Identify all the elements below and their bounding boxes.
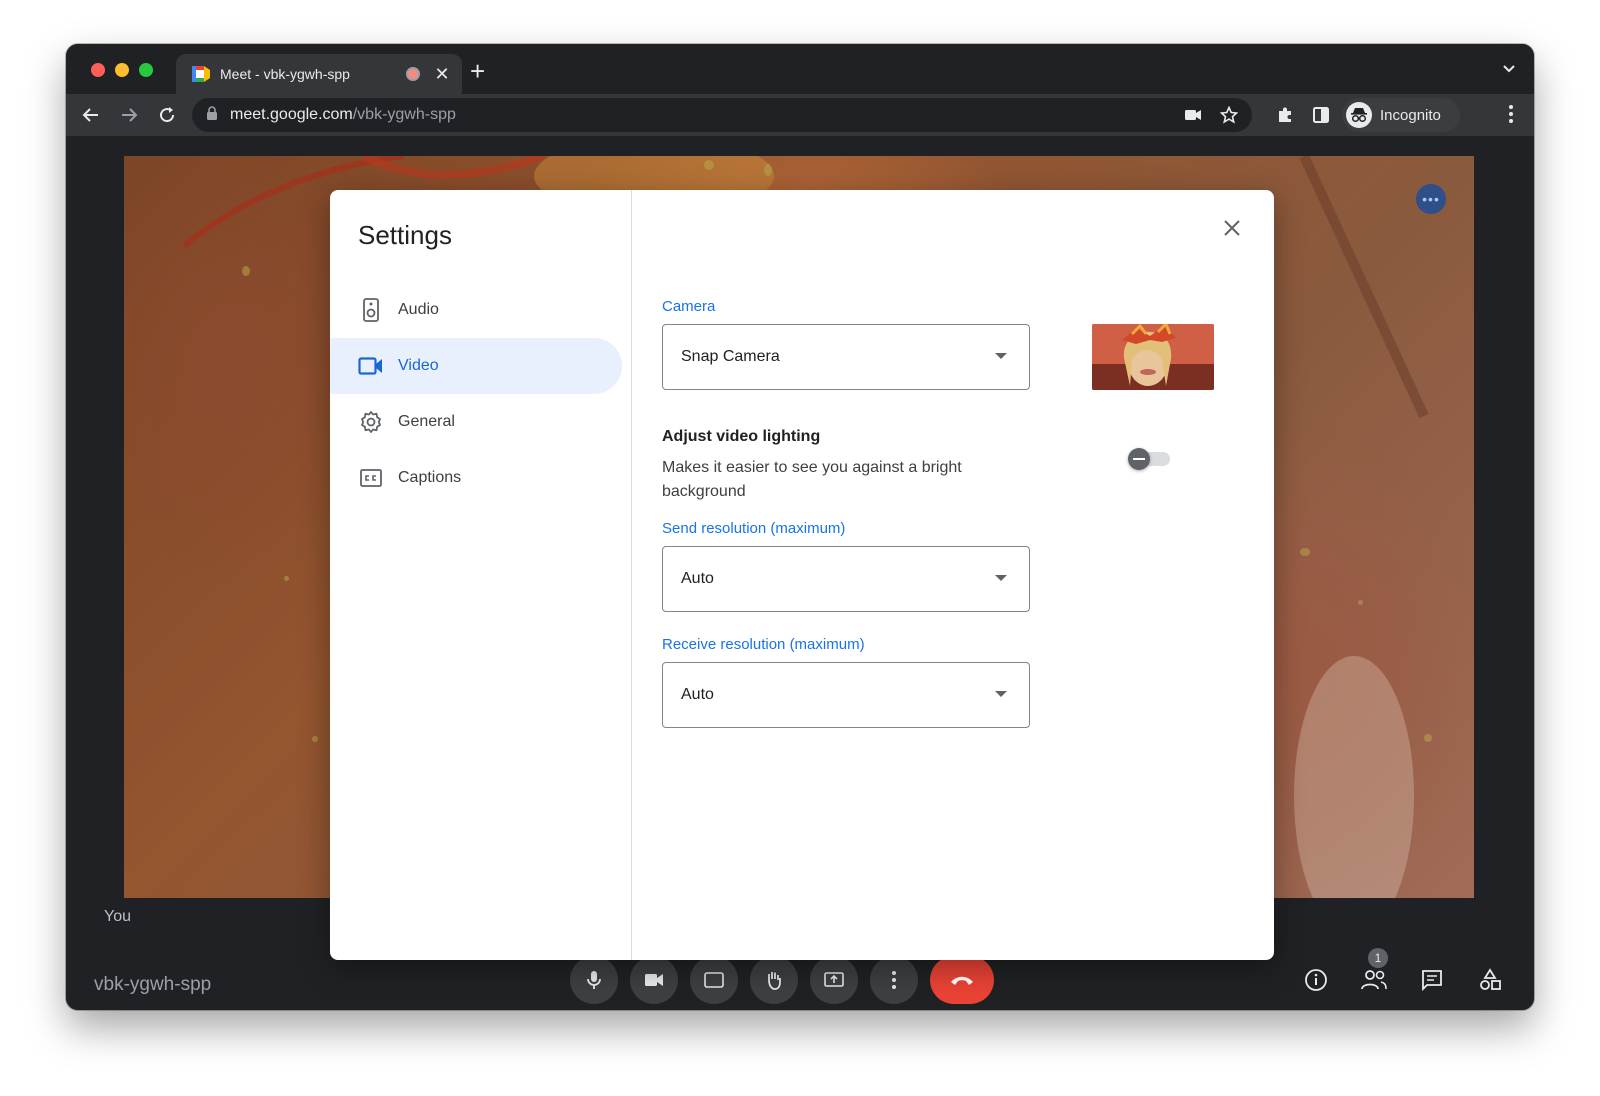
settings-nav-captions[interactable]: Captions [330, 450, 622, 506]
activities-button[interactable] [1476, 966, 1504, 994]
url-text: meet.google.com/vbk-ygwh-spp [230, 106, 456, 123]
camera-in-use-icon[interactable] [1184, 108, 1202, 127]
camera-select[interactable]: Snap Camera [662, 324, 1030, 390]
browser-menu-icon[interactable] [1508, 104, 1514, 129]
google-meet-icon [192, 66, 210, 82]
receive-resolution-select[interactable]: Auto [662, 662, 1030, 728]
send-resolution-value: Auto [681, 570, 714, 587]
call-controls [570, 956, 994, 1004]
video-settings-panel: Camera Snap Camera Adjust video lighting… [632, 190, 1274, 960]
bookmark-star-icon[interactable] [1219, 105, 1239, 129]
gear-icon [358, 409, 384, 435]
reload-icon[interactable] [154, 102, 180, 128]
meeting-details-button[interactable] [1302, 966, 1330, 994]
chat-button[interactable] [1418, 966, 1446, 994]
camera-button[interactable] [630, 956, 678, 1004]
tab-meet[interactable]: Meet - vbk-ygwh-spp ✕ [176, 54, 462, 94]
hang-up-icon [951, 976, 973, 985]
zoom-window-button[interactable] [139, 63, 153, 77]
raise-hand-button[interactable] [750, 956, 798, 1004]
forward-arrow-icon[interactable] [116, 102, 142, 128]
people-button[interactable]: 1 [1360, 948, 1388, 994]
incognito-icon [1346, 102, 1372, 128]
receive-resolution-label: Receive resolution (maximum) [662, 636, 865, 653]
lock-icon[interactable] [206, 105, 218, 125]
settings-sidebar: Settings Audio Video General Captions [330, 190, 632, 960]
microphone-button[interactable] [570, 956, 618, 1004]
dropdown-arrow-icon [995, 691, 1007, 697]
more-options-bubble[interactable]: ••• [1416, 184, 1446, 214]
adjust-lighting-description: Makes it easier to see you against a bri… [662, 459, 962, 500]
people-icon [1361, 970, 1387, 990]
closed-captions-icon [704, 972, 724, 988]
settings-nav-label: Captions [398, 469, 462, 486]
adjust-lighting-title: Adjust video lighting [662, 428, 821, 445]
settings-nav-label: Video [398, 357, 439, 374]
present-screen-button[interactable] [810, 956, 858, 1004]
dropdown-arrow-icon [995, 575, 1007, 581]
captions-button[interactable] [690, 956, 738, 1004]
send-resolution-label: Send resolution (maximum) [662, 520, 846, 537]
profile-label: Incognito [1380, 106, 1441, 124]
more-vert-icon [892, 971, 896, 989]
close-window-button[interactable] [91, 63, 105, 77]
address-bar[interactable]: meet.google.com/vbk-ygwh-spp [192, 98, 1252, 132]
close-dialog-button[interactable] [1218, 214, 1246, 242]
settings-dialog: Settings Audio Video General Captions Ca… [330, 190, 1274, 960]
camera-label: Camera [662, 298, 716, 315]
extensions-puzzle-icon[interactable] [1272, 102, 1298, 128]
adjust-lighting-toggle[interactable] [1128, 448, 1170, 470]
side-panel-icon[interactable] [1308, 102, 1334, 128]
minimize-window-button[interactable] [115, 63, 129, 77]
microphone-icon [587, 971, 601, 989]
participants-count-badge: 1 [1368, 948, 1388, 968]
info-icon [1305, 969, 1327, 991]
tab-search-chevron-icon[interactable] [1502, 62, 1516, 81]
recording-indicator-icon [406, 67, 420, 81]
meeting-side-controls: 1 [1302, 948, 1504, 994]
speaker-icon [358, 297, 384, 323]
meeting-code: vbk-ygwh-spp [94, 974, 212, 995]
present-icon [824, 972, 844, 987]
settings-nav-audio[interactable]: Audio [330, 282, 622, 338]
back-arrow-icon[interactable] [78, 102, 104, 128]
settings-nav-general[interactable]: General [330, 394, 622, 450]
profile-button[interactable]: Incognito [1342, 98, 1460, 132]
tab-title: Meet - vbk-ygwh-spp [220, 66, 350, 82]
settings-nav-label: General [398, 413, 455, 430]
new-tab-button[interactable]: + [470, 58, 485, 84]
self-tile-label: You [104, 908, 131, 925]
tab-strip: Meet - vbk-ygwh-spp ✕ + [66, 44, 1534, 94]
closed-captions-icon [358, 465, 384, 491]
camera-select-value: Snap Camera [681, 348, 780, 365]
tab-close-icon[interactable]: ✕ [434, 65, 450, 83]
send-resolution-select[interactable]: Auto [662, 546, 1030, 612]
dialog-title: Settings [358, 220, 452, 250]
hand-icon [768, 972, 781, 990]
camera-preview [1092, 324, 1214, 390]
settings-nav-video[interactable]: Video [330, 338, 622, 394]
settings-nav-label: Audio [398, 301, 439, 318]
chat-icon [1422, 970, 1442, 992]
activities-shapes-icon [1480, 968, 1501, 990]
dropdown-arrow-icon [995, 353, 1007, 359]
video-camera-icon [645, 974, 663, 986]
toggle-off-icon [1128, 448, 1150, 470]
video-camera-icon [358, 353, 384, 379]
receive-resolution-value: Auto [681, 686, 714, 703]
more-actions-button[interactable] [870, 956, 918, 1004]
leave-call-button[interactable] [930, 956, 994, 1004]
browser-toolbar: meet.google.com/vbk-ygwh-spp Incognito [66, 94, 1534, 136]
close-icon [1224, 220, 1240, 236]
